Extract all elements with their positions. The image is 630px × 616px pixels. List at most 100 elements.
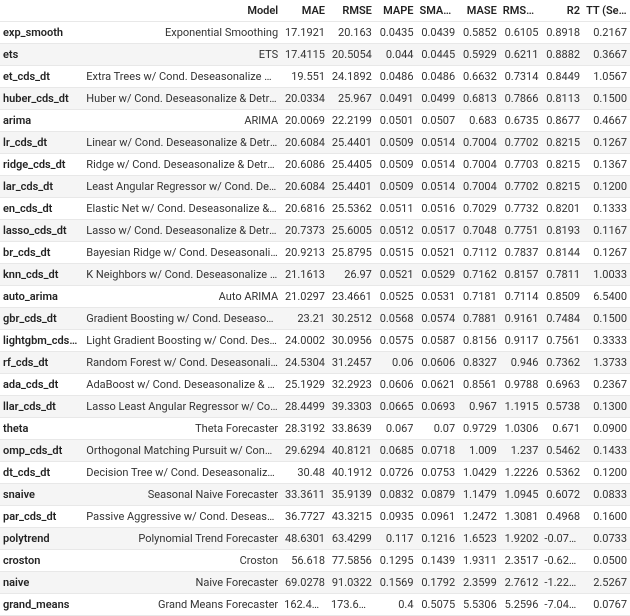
cell-mape: 0.0509: [375, 132, 417, 154]
table-row: ridge_cds_dtRidge w/ Cond. Deseasonalize…: [0, 154, 630, 176]
cell-id: ridge_cds_dt: [0, 154, 83, 176]
cell-rmsse: 0.6735: [500, 110, 542, 132]
cell-rmsse: 1.1915: [500, 396, 542, 418]
cell-mae: 30.48: [281, 462, 328, 484]
cell-rmsse: 0.7732: [500, 198, 542, 220]
cell-smape: 0.0621: [417, 374, 459, 396]
table-row: huber_cds_dtHuber w/ Cond. Deseasonalize…: [0, 88, 630, 110]
cell-rmsse: 1.2226: [500, 462, 542, 484]
cell-smape: 0.0507: [417, 110, 459, 132]
cell-id: polytrend: [0, 528, 83, 550]
cell-mase: 0.7004: [458, 132, 500, 154]
cell-mae: 36.7727: [281, 506, 328, 528]
cell-r2: 0.8677: [541, 110, 583, 132]
cell-rmsse: 0.7314: [500, 66, 542, 88]
cell-model: Auto ARIMA: [83, 286, 281, 308]
cell-mae: 20.6086: [281, 154, 328, 176]
cell-mase: 0.7181: [458, 286, 500, 308]
cell-id: par_cds_dt: [0, 506, 83, 528]
cell-r2: 0.7484: [541, 308, 583, 330]
cell-rmsse: 0.9788: [500, 374, 542, 396]
cell-mae: 25.1929: [281, 374, 328, 396]
table-row: arimaARIMA20.006922.21990.05010.05070.68…: [0, 110, 630, 132]
cell-tt: 0.1167: [583, 220, 630, 242]
cell-mase: 0.7004: [458, 154, 500, 176]
table-row: etsETS17.411520.50540.0440.04450.59290.6…: [0, 44, 630, 66]
cell-model: ARIMA: [83, 110, 281, 132]
cell-tt: 0.1300: [583, 396, 630, 418]
cell-model: Least Angular Regressor w/ Cond. Deseaso…: [83, 176, 281, 198]
cell-mae: 69.0278: [281, 572, 328, 594]
cell-smape: 0.5075: [417, 594, 459, 616]
cell-model: Gradient Boosting w/ Cond. Deseasonalize…: [83, 308, 281, 330]
cell-rmsse: 0.7837: [500, 242, 542, 264]
cell-mape: 0.0511: [375, 198, 417, 220]
cell-mase: 0.7162: [458, 264, 500, 286]
cell-id: br_cds_dt: [0, 242, 83, 264]
cell-rmsse: 1.237: [500, 440, 542, 462]
cell-model: Random Forest w/ Cond. Deseasonalize & D…: [83, 352, 281, 374]
cell-smape: 0.0439: [417, 22, 459, 44]
cell-model: Lasso w/ Cond. Deseasonalize & Detrendin…: [83, 220, 281, 242]
cell-rmse: 173.6492: [328, 594, 375, 616]
cell-mase: 1.009: [458, 440, 500, 462]
cell-model: Extra Trees w/ Cond. Deseasonalize & Det…: [83, 66, 281, 88]
cell-rmse: 32.2923: [328, 374, 375, 396]
cell-smape: 0.0587: [417, 330, 459, 352]
table-row: dt_cds_dtDecision Tree w/ Cond. Deseason…: [0, 462, 630, 484]
cell-rmse: 25.4405: [328, 154, 375, 176]
cell-tt: 1.3733: [583, 352, 630, 374]
cell-mae: 20.9213: [281, 242, 328, 264]
cell-model: AdaBoost w/ Cond. Deseasonalize & Detren…: [83, 374, 281, 396]
cell-id: arima: [0, 110, 83, 132]
table-row: lar_cds_dtLeast Angular Regressor w/ Con…: [0, 176, 630, 198]
cell-id: croston: [0, 550, 83, 572]
cell-mape: 0.067: [375, 418, 417, 440]
cell-mae: 28.4499: [281, 396, 328, 418]
cell-r2: 0.8215: [541, 176, 583, 198]
cell-mape: 0.0435: [375, 22, 417, 44]
cell-mase: 0.5929: [458, 44, 500, 66]
cell-rmse: 25.8795: [328, 242, 375, 264]
cell-mape: 0.117: [375, 528, 417, 550]
cell-rmse: 43.3215: [328, 506, 375, 528]
cell-mape: 0.0501: [375, 110, 417, 132]
cell-r2: -0.6281: [541, 550, 583, 572]
cell-mase: 0.967: [458, 396, 500, 418]
cell-mape: 0.0486: [375, 66, 417, 88]
cell-model: Bayesian Ridge w/ Cond. Deseasonalize & …: [83, 242, 281, 264]
cell-smape: 0.0516: [417, 198, 459, 220]
table-row: llar_cds_dtLasso Least Angular Regressor…: [0, 396, 630, 418]
cell-rmse: 25.4401: [328, 132, 375, 154]
cell-tt: 1.0567: [583, 66, 630, 88]
cell-r2: 0.7811: [541, 264, 583, 286]
cell-r2: 0.671: [541, 418, 583, 440]
cell-id: knn_cds_dt: [0, 264, 83, 286]
cell-mae: 20.0334: [281, 88, 328, 110]
col-header-mape: MAPE: [375, 0, 417, 22]
cell-id: en_cds_dt: [0, 198, 83, 220]
cell-mase: 0.7029: [458, 198, 500, 220]
cell-rmsse: 1.9202: [500, 528, 542, 550]
cell-mase: 0.5852: [458, 22, 500, 44]
cell-mape: 0.0521: [375, 264, 417, 286]
table-row: par_cds_dtPassive Aggressive w/ Cond. De…: [0, 506, 630, 528]
cell-tt: 0.3333: [583, 330, 630, 352]
cell-model: ETS: [83, 44, 281, 66]
cell-rmse: 25.4401: [328, 176, 375, 198]
cell-r2: 0.8882: [541, 44, 583, 66]
cell-smape: 0.0693: [417, 396, 459, 418]
cell-mape: 0.0509: [375, 154, 417, 176]
cell-mae: 19.551: [281, 66, 328, 88]
cell-mae: 20.0069: [281, 110, 328, 132]
cell-rmsse: 1.0306: [500, 418, 542, 440]
cell-rmse: 26.97: [328, 264, 375, 286]
cell-rmse: 22.2199: [328, 110, 375, 132]
cell-mase: 5.5306: [458, 594, 500, 616]
cell-id: omp_cds_dt: [0, 440, 83, 462]
cell-r2: -7.0462: [541, 594, 583, 616]
cell-mase: 1.2472: [458, 506, 500, 528]
cell-id: dt_cds_dt: [0, 462, 83, 484]
cell-mape: 0.0726: [375, 462, 417, 484]
col-header-id: [0, 0, 83, 22]
